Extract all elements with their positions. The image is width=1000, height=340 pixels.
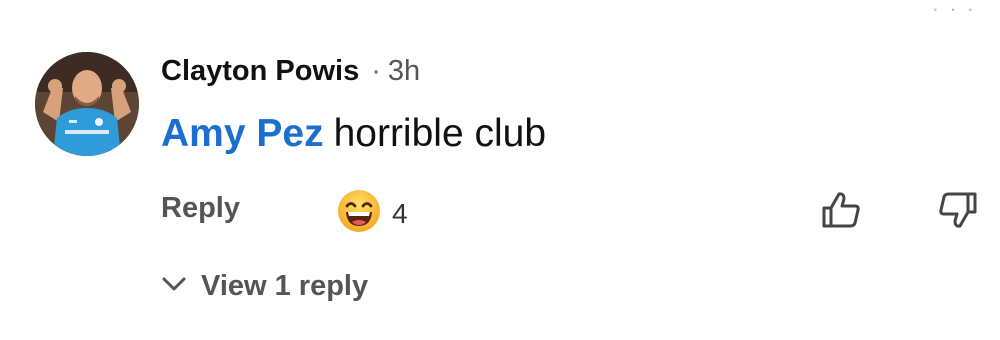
thumbs-down-icon[interactable] bbox=[936, 188, 980, 237]
timestamp: 3h bbox=[387, 54, 421, 87]
thumbs-up-icon[interactable] bbox=[819, 188, 863, 237]
more-options-dots: · · · bbox=[931, 0, 976, 21]
laughing-emoji-icon bbox=[336, 188, 382, 239]
comment-body: Amy Pez horrible club bbox=[161, 110, 546, 158]
comment-text: horrible club bbox=[333, 112, 547, 155]
chevron-down-icon bbox=[161, 275, 187, 298]
reaction-summary[interactable]: 4 bbox=[336, 188, 408, 239]
author-name[interactable]: Clayton Powis bbox=[161, 55, 359, 88]
view-replies-label: View 1 reply bbox=[201, 269, 369, 302]
comment-header: Clayton Powis · 3h bbox=[161, 52, 420, 90]
view-replies-button[interactable]: View 1 reply bbox=[161, 266, 368, 306]
reply-button[interactable]: Reply bbox=[161, 192, 240, 225]
reaction-count: 4 bbox=[392, 197, 408, 229]
separator-dot: · bbox=[371, 54, 381, 87]
avatar[interactable] bbox=[35, 52, 139, 156]
comment-actions: Reply 4 bbox=[161, 188, 981, 234]
mention-link[interactable]: Amy Pez bbox=[161, 112, 324, 156]
avatar-image bbox=[35, 52, 139, 156]
